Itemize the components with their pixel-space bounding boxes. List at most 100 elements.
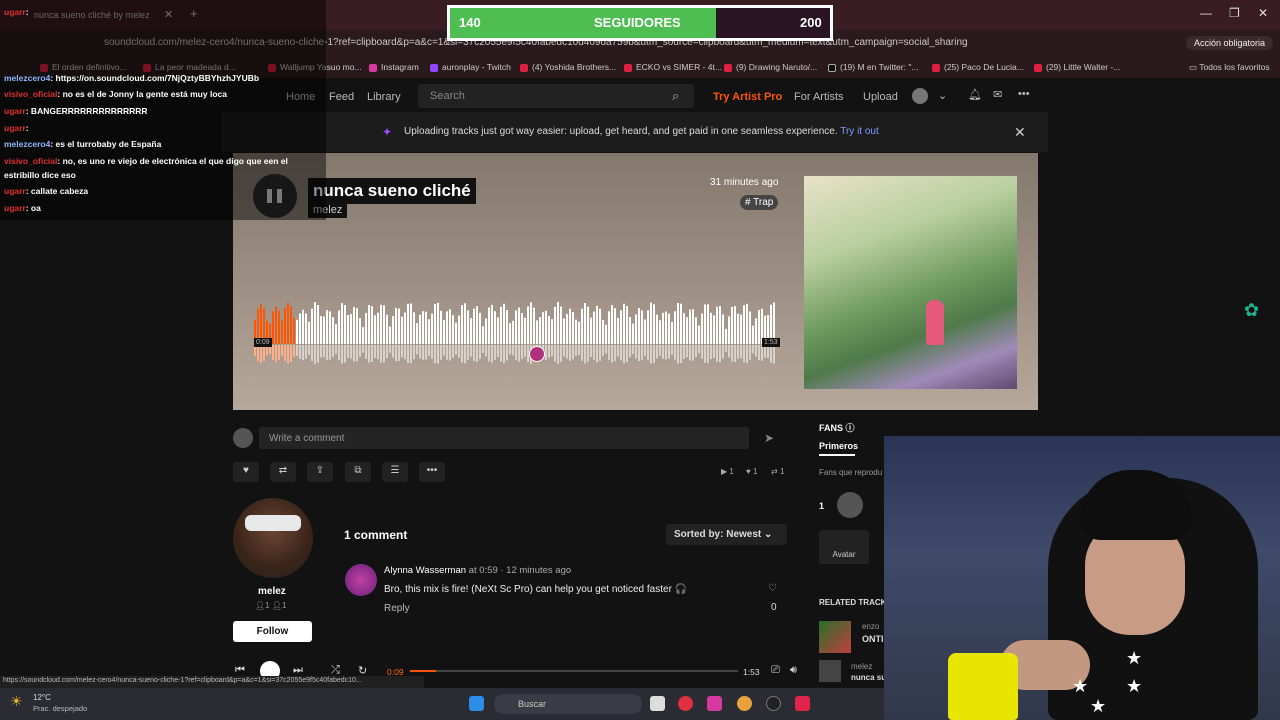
instagram-icon[interactable]: [707, 696, 722, 711]
waveform-reflection-bar: [692, 345, 694, 361]
waveform-reflection-bar: [623, 345, 625, 364]
artist-stats: 👤︎1 👤︎1: [255, 601, 287, 610]
bookmark-item[interactable]: (4) Yoshida Brothers...: [520, 62, 616, 72]
related-track-user[interactable]: enzo: [862, 622, 879, 631]
waveform-bar: [416, 323, 418, 344]
waveform-reflection-bar: [491, 345, 493, 363]
waveform-bar: [620, 310, 622, 344]
waveform-reflection-bar: [458, 345, 460, 358]
related-track-title[interactable]: ONTI: [862, 634, 884, 644]
try-artist-pro-link[interactable]: Try Artist Pro: [713, 91, 782, 103]
star-icon: ★: [1090, 696, 1107, 716]
comment-timestamp[interactable]: 0:59: [479, 565, 498, 576]
bookmark-item[interactable]: (9) Drawing Naruto/...: [724, 62, 817, 72]
upload-link[interactable]: Upload: [863, 91, 898, 103]
sort-dropdown[interactable]: Sorted by: Newest ⌄: [666, 524, 787, 545]
user-avatar[interactable]: [912, 88, 928, 104]
player-progress-track[interactable]: [410, 670, 738, 672]
repost-icon: ⇄: [278, 465, 288, 476]
waveform-bar: [359, 317, 361, 344]
tab-underline: [819, 454, 855, 456]
comment-header: Alynna Wasserman at 0:59 · 12 minutes ag…: [384, 565, 572, 576]
bookmark-item[interactable]: ECKO vs SIMER - 4t...: [624, 62, 722, 72]
cast-icon[interactable]: ⎚: [771, 664, 780, 677]
mail-icon[interactable]: ✉: [993, 88, 1002, 101]
more-icon[interactable]: •••: [1018, 88, 1030, 100]
bookmark-item[interactable]: (19) M en Twitter: "...: [828, 62, 918, 72]
reply-button[interactable]: Reply: [384, 603, 410, 614]
nav-library[interactable]: Library: [367, 91, 401, 103]
waveform-reflection-bar: [347, 345, 349, 358]
search-input[interactable]: Search: [418, 84, 694, 108]
info-icon[interactable]: ⓘ: [846, 423, 855, 433]
comment-user[interactable]: Alynna Wasserman: [384, 565, 466, 576]
nav-feed[interactable]: Feed: [329, 91, 354, 103]
follow-button[interactable]: Follow: [233, 621, 312, 642]
tab-primeros[interactable]: Primeros: [819, 441, 858, 451]
windows-start-icon[interactable]: [469, 696, 484, 711]
fan-avatar[interactable]: [837, 492, 863, 518]
comment-input[interactable]: Write a comment: [259, 427, 749, 449]
waveform-bar: [311, 308, 313, 344]
waveform-bar: [461, 305, 463, 344]
bookmark-item[interactable]: auronplay - Twitch: [430, 62, 511, 72]
copy-link-button[interactable]: ⧉: [345, 462, 371, 482]
waveform-comment-avatar[interactable]: [529, 346, 545, 362]
star-icon: ★: [1126, 676, 1143, 696]
waveform-reflection-bar: [278, 345, 280, 360]
waveform-reflection-bar: [677, 345, 679, 364]
close-window-icon[interactable]: ✕: [1258, 6, 1268, 20]
tiktok-icon[interactable]: [795, 696, 810, 711]
try-it-out-link[interactable]: Try it out: [840, 126, 879, 137]
volume-icon[interactable]: 🔊︎: [790, 664, 797, 677]
artist-avatar[interactable]: [233, 498, 313, 578]
related-track-title[interactable]: nunca su: [851, 673, 886, 682]
share-button[interactable]: ⇪: [307, 462, 333, 482]
waveform-reflection-bar: [521, 345, 523, 359]
close-icon[interactable]: ✕: [1014, 124, 1026, 141]
waveform-bar: [560, 306, 562, 344]
genre-tag[interactable]: # Trap: [740, 195, 779, 210]
chevron-down-icon[interactable]: ⌄: [938, 89, 947, 102]
waveform-bar: [305, 313, 307, 344]
extension-icon[interactable]: ✿: [1244, 300, 1259, 321]
related-track-artwork[interactable]: [819, 660, 841, 682]
bookmark-item[interactable]: (29) Little Walter -...: [1034, 62, 1120, 72]
file-explorer-icon[interactable]: [650, 696, 665, 711]
like-button[interactable]: ♥: [233, 462, 259, 482]
waveform-reflection-bar: [707, 345, 709, 363]
app-icon[interactable]: [678, 696, 693, 711]
minimize-icon[interactable]: —: [1200, 6, 1212, 20]
search-icon[interactable]: ⌕: [672, 88, 679, 104]
waveform-reflection-bar: [284, 345, 286, 362]
comment-avatar[interactable]: [345, 564, 377, 596]
chrome-icon[interactable]: [737, 696, 752, 711]
waveform-bar: [353, 307, 355, 344]
related-track-artwork[interactable]: [819, 621, 851, 653]
heart-icon[interactable]: ♡: [768, 583, 777, 594]
artist-name[interactable]: melez: [258, 586, 286, 597]
waveform[interactable]: [254, 300, 776, 370]
more-button[interactable]: •••: [419, 462, 445, 482]
waveform-reflection-bar: [614, 345, 616, 362]
related-track-user[interactable]: melez: [851, 662, 872, 671]
for-artists-link[interactable]: For Artists: [794, 91, 844, 103]
waveform-reflection-bar: [350, 345, 352, 359]
taskbar-search[interactable]: Buscar: [494, 694, 642, 714]
bookmark-item[interactable]: (25) Paco De Lucia...: [932, 62, 1024, 72]
avatar-chip[interactable]: Avatar: [819, 530, 869, 564]
bell-icon[interactable]: 🔔︎: [968, 88, 982, 101]
waveform-bar: [290, 306, 292, 344]
waveform-bar: [557, 302, 559, 344]
waveform-reflection-bar: [572, 345, 574, 360]
profile-action-button[interactable]: Acción obligatoria: [1186, 36, 1274, 50]
bookmark-item[interactable]: Instagram: [369, 62, 419, 72]
waveform-bar: [623, 303, 625, 344]
send-icon[interactable]: ➤: [764, 431, 774, 445]
add-to-playlist-button[interactable]: ☰: [382, 462, 408, 482]
waveform-bar: [644, 319, 646, 344]
obs-icon[interactable]: [766, 696, 781, 711]
restore-icon[interactable]: ❐: [1229, 6, 1240, 20]
repost-button[interactable]: ⇄: [270, 462, 296, 482]
all-bookmarks[interactable]: ▭ Todos los favoritos: [1189, 62, 1270, 73]
